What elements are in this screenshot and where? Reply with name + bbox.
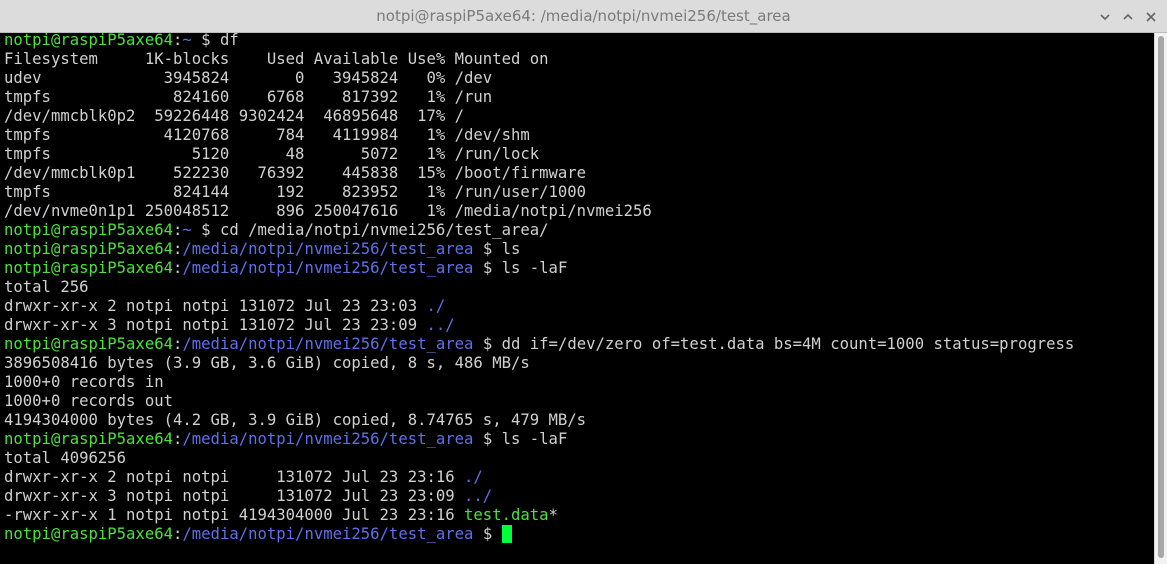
directory-name: ../ xyxy=(426,316,455,334)
directory-name: ../ xyxy=(464,487,493,505)
output-line: /dev/mmcblk0p2 59226448 9302424 46895648… xyxy=(4,107,465,125)
prompt-user-host: notpi@raspiP5axe64 xyxy=(4,335,173,353)
command-line: notpi@raspiP5axe64:/media/notpi/nvmei256… xyxy=(4,430,568,448)
prompt-user-host: notpi@raspiP5axe64 xyxy=(4,525,173,543)
output-line: tmpfs 4120768 784 4119984 1% /dev/shm xyxy=(4,126,530,144)
prompt-path: /media/notpi/nvmei256/test_area xyxy=(182,259,474,277)
command-line: notpi@raspiP5axe64:~ $ df xyxy=(4,33,239,49)
command-line: notpi@raspiP5axe64:/media/notpi/nvmei256… xyxy=(4,240,521,258)
command-line[interactable]: notpi@raspiP5axe64:/media/notpi/nvmei256… xyxy=(4,525,1074,544)
output-line: 1000+0 records in xyxy=(4,373,164,391)
command-text: ls -laF xyxy=(501,259,568,277)
command-text: ls xyxy=(501,240,521,258)
command-text: cd /media/notpi/nvmei256/test_area/ xyxy=(219,221,549,239)
executable-file-name: test.data xyxy=(464,506,549,524)
prompt-user-host: notpi@raspiP5axe64 xyxy=(4,221,173,239)
command-line: notpi@raspiP5axe64:/media/notpi/nvmei256… xyxy=(4,259,568,277)
prompt-path: /media/notpi/nvmei256/test_area xyxy=(182,240,474,258)
command-line: notpi@raspiP5axe64:~ $ cd /media/notpi/n… xyxy=(4,221,549,239)
listing-row: drwxr-xr-x 2 notpi notpi 131072 Jul 23 2… xyxy=(4,297,446,315)
command-text: df xyxy=(219,33,239,49)
scrollbar-thumb[interactable] xyxy=(1158,36,1164,558)
prompt-path: /media/notpi/nvmei256/test_area xyxy=(182,525,474,543)
directory-name: ./ xyxy=(464,468,483,486)
minimize-icon[interactable] xyxy=(1097,9,1113,25)
prompt-user-host: notpi@raspiP5axe64 xyxy=(4,430,173,448)
listing-row: -rwxr-xr-x 1 notpi notpi 4194304000 Jul … xyxy=(4,506,558,524)
prompt-user-host: notpi@raspiP5axe64 xyxy=(4,259,173,277)
maximize-icon[interactable] xyxy=(1120,9,1136,25)
text-cursor[interactable] xyxy=(501,525,512,543)
output-line: /dev/mmcblk0p1 522230 76392 445838 15% /… xyxy=(4,164,587,182)
output-line: Filesystem 1K-blocks Used Available Use%… xyxy=(4,50,549,68)
prompt-user-host: notpi@raspiP5axe64 xyxy=(4,240,173,258)
output-line: /dev/nvme0n1p1 250048512 896 250047616 1… xyxy=(4,202,652,220)
output-line: udev 3945824 0 3945824 0% /dev xyxy=(4,69,493,87)
close-icon[interactable] xyxy=(1143,9,1159,25)
output-line: tmpfs 824160 6768 817392 1% /run xyxy=(4,88,493,106)
directory-name: ./ xyxy=(426,297,446,315)
output-line: total 4096256 xyxy=(4,449,127,467)
prompt-user-host: notpi@raspiP5axe64 xyxy=(4,33,173,49)
output-line: tmpfs 824144 192 823952 1% /run/user/100… xyxy=(4,183,587,201)
output-line: 1000+0 records out xyxy=(4,392,173,410)
listing-row: drwxr-xr-x 2 notpi notpi 131072 Jul 23 2… xyxy=(4,468,483,486)
listing-row: drwxr-xr-x 3 notpi notpi 131072 Jul 23 2… xyxy=(4,487,493,505)
output-line: 4194304000 bytes (4.2 GB, 3.9 GiB) copie… xyxy=(4,411,587,429)
output-line: 3896508416 bytes (3.9 GB, 3.6 GiB) copie… xyxy=(4,354,530,372)
terminal-window: notpi@raspiP5axe64: /media/notpi/nvmei25… xyxy=(0,0,1167,564)
output-line: tmpfs 5120 48 5072 1% /run/lock xyxy=(4,145,540,163)
prompt-path: /media/notpi/nvmei256/test_area xyxy=(182,335,474,353)
command-text: dd if=/dev/zero of=test.data bs=4M count… xyxy=(501,335,1075,353)
prompt-path: /media/notpi/nvmei256/test_area xyxy=(182,430,474,448)
command-line: notpi@raspiP5axe64:/media/notpi/nvmei256… xyxy=(4,335,1075,353)
prompt-path: ~ xyxy=(182,33,192,49)
vertical-scrollbar[interactable] xyxy=(1154,33,1167,564)
output-line: total 256 xyxy=(4,278,89,296)
window-title: notpi@raspiP5axe64: /media/notpi/nvmei25… xyxy=(376,7,791,25)
command-text: ls -laF xyxy=(501,430,568,448)
listing-row: drwxr-xr-x 3 notpi notpi 131072 Jul 23 2… xyxy=(4,316,455,334)
terminal-output[interactable]: notpi@raspiP5axe64:~ $ df Filesystem 1K-… xyxy=(0,33,1154,564)
title-bar[interactable]: notpi@raspiP5axe64: /media/notpi/nvmei25… xyxy=(0,0,1167,33)
prompt-path: ~ xyxy=(182,221,192,239)
